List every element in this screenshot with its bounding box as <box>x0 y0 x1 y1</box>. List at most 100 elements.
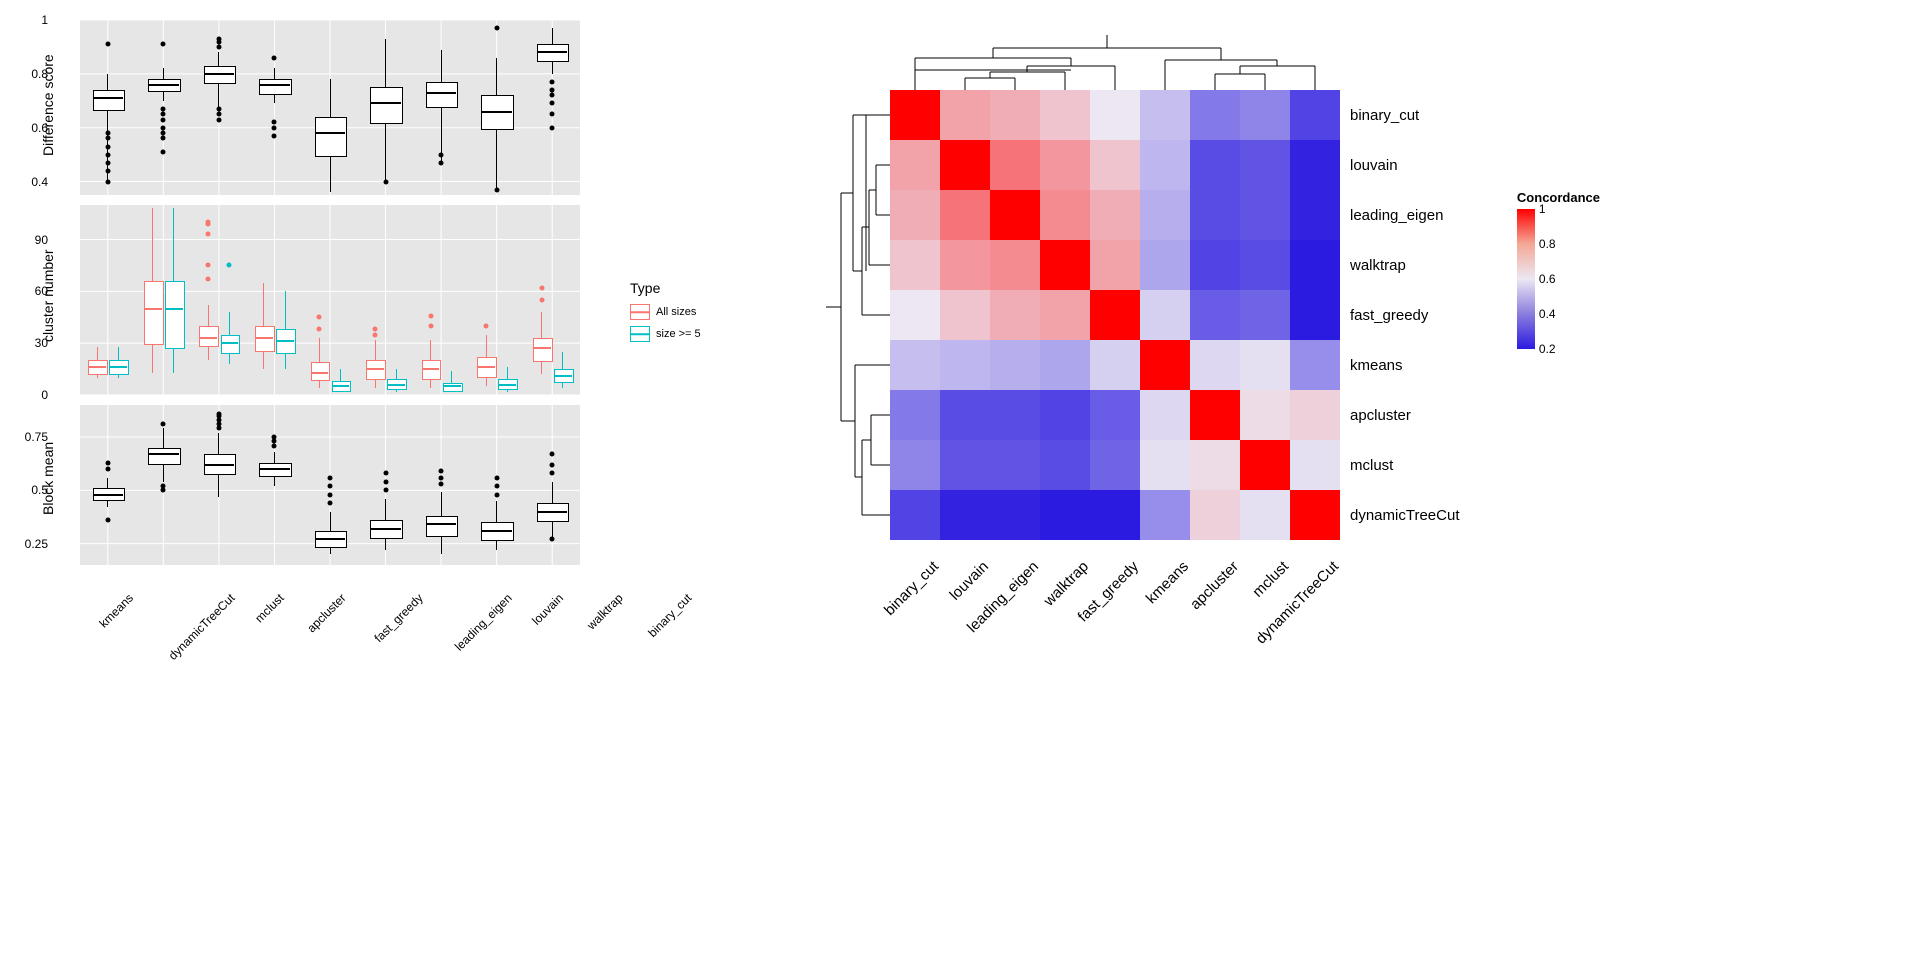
legend-swatch-icon <box>630 326 650 342</box>
heatmap-cell <box>890 290 940 340</box>
heatmap-cell <box>1040 440 1090 490</box>
heatmap-cell <box>990 390 1040 440</box>
heatmap-cell <box>890 440 940 490</box>
heatmap-cell <box>1090 440 1140 490</box>
heatmap-cell <box>1240 340 1290 390</box>
heatmap-cell <box>990 290 1040 340</box>
heatmap-cell <box>1040 90 1090 140</box>
heatmap: binary_cutlouvainleading_eigenwalktrapfa… <box>890 90 1610 540</box>
heatmap-cell <box>990 440 1040 490</box>
heatmap-cell <box>990 240 1040 290</box>
heatmap-cell <box>940 290 990 340</box>
heatmap-cell <box>1090 140 1140 190</box>
heatmap-cell <box>1140 440 1190 490</box>
heatmap-cell <box>1090 90 1140 140</box>
heatmap-cell <box>1240 240 1290 290</box>
heatmap-row-labels: binary_cutlouvainleading_eigenwalktrapfa… <box>1350 90 1459 540</box>
heatmap-cell <box>1290 440 1340 490</box>
panel-block-mean: Block mean0.250.50.75 <box>80 405 580 565</box>
heatmap-cell <box>1290 140 1340 190</box>
panel-cluster-number: cluster number0306090 <box>80 205 580 395</box>
heatmap-cell <box>890 140 940 190</box>
heatmap-cell <box>1140 390 1190 440</box>
panel-difference-score: Difference score0.40.60.81 <box>80 20 580 195</box>
heatmap-cell <box>1290 490 1340 540</box>
heatmap-cell <box>1240 440 1290 490</box>
heatmap-cell <box>890 390 940 440</box>
legend-item-all: All sizes <box>630 304 750 320</box>
heatmap-cell <box>940 490 990 540</box>
boxplot-column: Difference score0.40.60.81 cluster numbe… <box>20 20 580 695</box>
heatmap-cell <box>1040 240 1090 290</box>
heatmap-cell <box>990 490 1040 540</box>
heatmap-cell <box>1040 490 1090 540</box>
concordance-colorbar <box>1517 209 1535 349</box>
heatmap-cell <box>1090 190 1140 240</box>
heatmap-cell <box>1240 140 1290 190</box>
heatmap-cell <box>890 240 940 290</box>
heatmap-cell <box>1290 290 1340 340</box>
heatmap-cell <box>1190 190 1240 240</box>
heatmap-cell <box>1190 140 1240 190</box>
heatmap-cell <box>1090 490 1140 540</box>
heatmap-cell <box>1240 390 1290 440</box>
legend-label: size >= 5 <box>656 328 701 340</box>
heatmap-cell <box>940 90 990 140</box>
heatmap-cell <box>1040 290 1090 340</box>
heatmap-cell <box>890 90 940 140</box>
x-axis-categories: kmeansdynamicTreeCutmclustapclusterfast_… <box>80 575 580 695</box>
heatmap-cell <box>940 240 990 290</box>
heatmap-cell <box>1090 390 1140 440</box>
row-dendrogram <box>820 90 890 540</box>
heatmap-cell <box>1140 240 1190 290</box>
heatmap-cell <box>1190 340 1240 390</box>
heatmap-cell <box>990 190 1040 240</box>
concordance-title: Concordance <box>1517 190 1600 205</box>
heatmap-cell <box>1190 290 1240 340</box>
heatmap-cell <box>1290 240 1340 290</box>
heatmap-cell <box>1040 340 1090 390</box>
legend-swatch-icon <box>630 304 650 320</box>
heatmap-cell <box>1240 290 1290 340</box>
heatmap-grid <box>890 90 1610 540</box>
heatmap-cell <box>1240 190 1290 240</box>
heatmap-cell <box>990 90 1040 140</box>
heatmap-cell <box>940 190 990 240</box>
heatmap-cell <box>1140 190 1190 240</box>
heatmap-cell <box>890 340 940 390</box>
heatmap-cell <box>1290 90 1340 140</box>
column-dendrogram <box>890 30 1340 90</box>
heatmap-cell <box>1040 140 1090 190</box>
heatmap-cell <box>940 390 990 440</box>
heatmap-cell <box>890 190 940 240</box>
heatmap-cell <box>1290 190 1340 240</box>
heatmap-cell <box>1140 90 1190 140</box>
heatmap-col-labels: binary_cutlouvainleading_eigenwalktrapfa… <box>890 550 1340 700</box>
heatmap-cell <box>1140 290 1190 340</box>
heatmap-cell <box>1240 490 1290 540</box>
legend-item-filtered: size >= 5 <box>630 326 750 342</box>
heatmap-cell <box>1190 240 1240 290</box>
heatmap-cell <box>890 490 940 540</box>
heatmap-cell <box>1040 190 1090 240</box>
heatmap-cell <box>1040 390 1090 440</box>
legend-label: All sizes <box>656 306 696 318</box>
heatmap-cell <box>990 140 1040 190</box>
heatmap-cell <box>1090 340 1140 390</box>
heatmap-cell <box>1190 90 1240 140</box>
heatmap-cell <box>1290 390 1340 440</box>
heatmap-column: binary_cutlouvainleading_eigenwalktrapfa… <box>800 20 1520 695</box>
heatmap-cell <box>1240 90 1290 140</box>
concordance-legend: Concordance 1 0.8 0.6 0.4 0.2 <box>1517 190 1600 349</box>
heatmap-cell <box>1090 240 1140 290</box>
heatmap-cell <box>1290 340 1340 390</box>
heatmap-cell <box>1140 140 1190 190</box>
heatmap-cell <box>1140 490 1190 540</box>
legend-title: Type <box>630 280 750 296</box>
heatmap-cell <box>990 340 1040 390</box>
heatmap-cell <box>940 340 990 390</box>
heatmap-cell <box>1190 440 1240 490</box>
heatmap-cell <box>940 440 990 490</box>
heatmap-cell <box>940 140 990 190</box>
heatmap-cell <box>1090 290 1140 340</box>
